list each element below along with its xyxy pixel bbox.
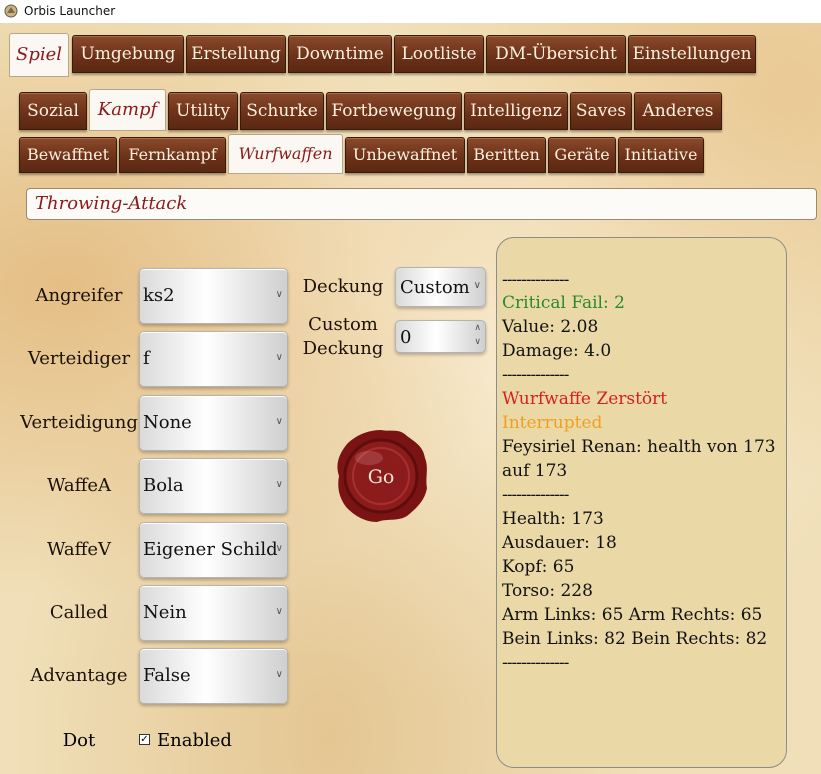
label-custom-deckung-line1: Custom (308, 314, 378, 335)
label-angreifer: Angreifer (35, 285, 123, 306)
custom-deckung-stepper[interactable]: 0 ∧ ∨ (395, 320, 486, 353)
dot-enabled-label[interactable]: Enabled (157, 730, 232, 751)
tab-saves[interactable]: Saves (570, 92, 632, 130)
label-custom-deckung-line2: Deckung (302, 338, 384, 359)
tab-unbewaffnet[interactable]: Unbewaffnet (345, 137, 465, 173)
tab-spiel[interactable]: Spiel (9, 33, 69, 77)
tab-geraete[interactable]: Geräte (548, 137, 616, 173)
label-called: Called (49, 602, 109, 623)
window-titlebar: Orbis Launcher (0, 0, 821, 24)
result-panel: -------------- Critical Fail: 2 Value: 2… (496, 237, 787, 768)
critical-fail-line: Critical Fail: 2 (502, 293, 625, 313)
go-label: Go (367, 466, 395, 488)
tab-lootliste[interactable]: Lootliste (394, 35, 484, 73)
chevron-down-icon: ∨ (275, 352, 283, 363)
waffea-value: Bola (143, 475, 184, 496)
advantage-combobox[interactable]: False ∨ (139, 648, 288, 704)
stepper-up-icon[interactable]: ∧ (474, 323, 481, 333)
label-verteidigung: Verteidigung (20, 412, 138, 433)
called-value: Nein (143, 602, 187, 623)
tab-fortbewegung[interactable]: Fortbewegung (326, 92, 462, 130)
separator: -------------- (502, 653, 569, 673)
label-verteidiger: Verteidiger (27, 348, 131, 369)
chevron-down-icon: ∨ (275, 289, 283, 300)
tab-downtime[interactable]: Downtime (288, 35, 392, 73)
action-title-field[interactable]: Throwing-Attack (26, 188, 817, 220)
tab-anderes[interactable]: Anderes (634, 92, 722, 130)
health-change-line-2: auf 173 (502, 461, 568, 481)
advantage-value: False (143, 665, 191, 686)
damage-line: Damage: 4.0 (502, 341, 612, 361)
window-title: Orbis Launcher (24, 4, 116, 18)
waffea-combobox[interactable]: Bola ∨ (139, 458, 288, 514)
tab-schurke[interactable]: Schurke (240, 92, 324, 130)
deckung-value: Custom (400, 277, 470, 298)
health-change-line-1: Feysiriel Renan: health von 173 (502, 437, 776, 457)
ausdauer-line: Ausdauer: 18 (502, 533, 617, 553)
tab-einstellungen[interactable]: Einstellungen (628, 35, 756, 73)
tab-beritten[interactable]: Beritten (467, 137, 546, 173)
tab-sozial[interactable]: Sozial (19, 92, 87, 130)
app-icon (4, 4, 18, 18)
chevron-down-icon: ∨ (275, 669, 283, 680)
kopf-line: Kopf: 65 (502, 557, 575, 577)
dot-enabled-checkbox[interactable]: ✓ (139, 734, 150, 745)
tab-erstellung[interactable]: Erstellung (186, 35, 286, 73)
interrupted-line: Interrupted (502, 413, 603, 433)
waffev-combobox[interactable]: Eigener Schild ∨ (139, 522, 288, 578)
tab-dm-uebersicht[interactable]: DM-Übersicht (486, 35, 626, 73)
legs-line: Bein Links: 82 Bein Rechts: 82 (502, 629, 768, 649)
chevron-down-icon: ∨ (275, 479, 283, 490)
chevron-down-icon: ∨ (275, 543, 283, 554)
separator: -------------- (502, 485, 569, 505)
label-advantage: Advantage (30, 665, 128, 686)
value-line: Value: 2.08 (502, 317, 599, 337)
label-dot: Dot (62, 730, 96, 751)
angreifer-value: ks2 (143, 285, 175, 306)
angreifer-combobox[interactable]: ks2 ∨ (139, 268, 288, 324)
label-waffev: WaffeV (46, 539, 112, 560)
health-line: Health: 173 (502, 509, 604, 529)
custom-deckung-value: 0 (400, 327, 412, 348)
tab-initiative[interactable]: Initiative (618, 137, 704, 173)
tab-wurfwaffen[interactable]: Wurfwaffen (228, 134, 343, 174)
tab-bewaffnet[interactable]: Bewaffnet (19, 137, 117, 173)
tab-intelligenz[interactable]: Intelligenz (464, 92, 568, 130)
called-combobox[interactable]: Nein ∨ (139, 585, 288, 641)
separator: -------------- (502, 270, 569, 290)
verteidigung-combobox[interactable]: None ∨ (139, 395, 288, 451)
tab-fernkampf[interactable]: Fernkampf (119, 137, 226, 173)
label-waffea: WaffeA (46, 475, 112, 496)
torso-line: Torso: 228 (502, 581, 593, 601)
verteidigung-value: None (143, 412, 192, 433)
deckung-combobox[interactable]: Custom ∨ (395, 267, 486, 307)
verteidiger-value: f (143, 348, 150, 369)
separator: -------------- (502, 365, 569, 385)
tab-umgebung[interactable]: Umgebung (72, 35, 184, 73)
chevron-down-icon: ∨ (275, 606, 283, 617)
chevron-down-icon: ∨ (275, 416, 283, 427)
verteidiger-combobox[interactable]: f ∨ (139, 331, 288, 387)
label-deckung: Deckung (302, 276, 384, 297)
destroyed-line: Wurfwaffe Zerstört (502, 389, 668, 409)
tab-utility[interactable]: Utility (168, 92, 238, 130)
arms-line: Arm Links: 65 Arm Rechts: 65 (502, 605, 763, 625)
tab-kampf[interactable]: Kampf (89, 89, 166, 131)
chevron-down-icon: ∨ (473, 280, 481, 291)
stepper-down-icon[interactable]: ∨ (474, 337, 481, 347)
waffev-value: Eigener Schild (143, 539, 278, 560)
